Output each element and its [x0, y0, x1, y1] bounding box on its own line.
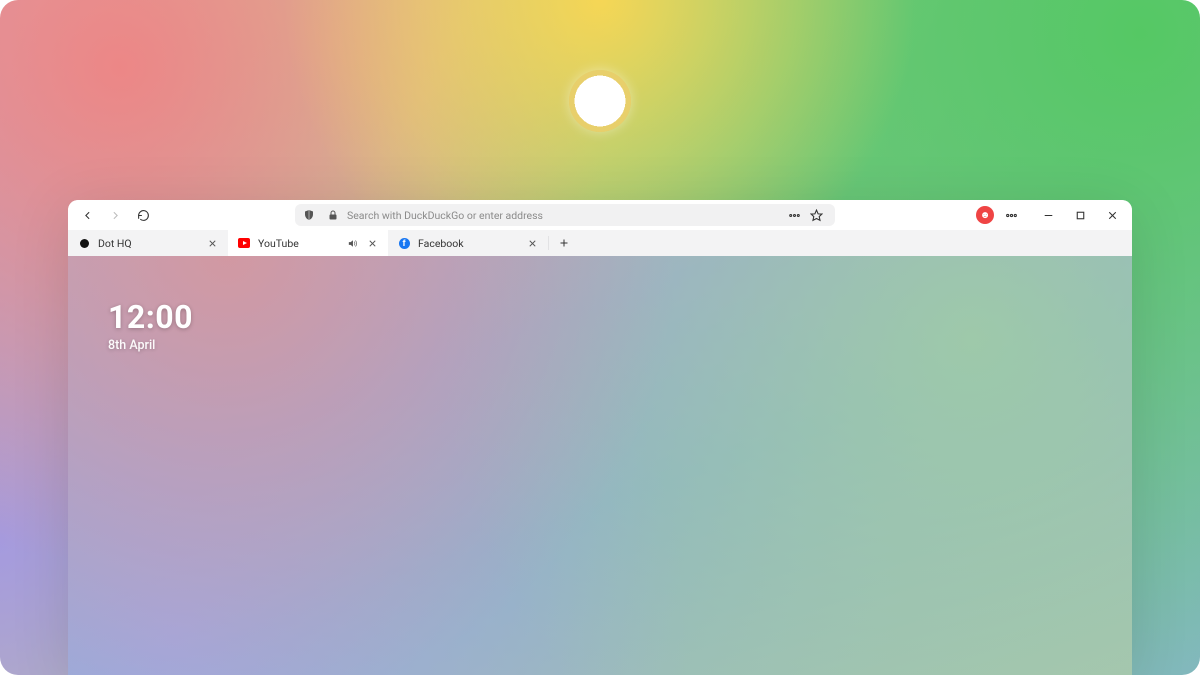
- tab-audio-button[interactable]: [346, 237, 358, 249]
- close-icon: [367, 238, 378, 249]
- forward-button[interactable]: [104, 204, 126, 226]
- page-actions-button[interactable]: [785, 206, 803, 224]
- reload-button[interactable]: [132, 204, 154, 226]
- tab-youtube[interactable]: YouTube: [228, 230, 388, 256]
- desktop-wallpaper: ☻ Dot HQ: [0, 0, 1200, 675]
- back-button[interactable]: [76, 204, 98, 226]
- clock-time: 12:00: [108, 298, 193, 336]
- close-icon: [527, 238, 538, 249]
- facebook-favicon-icon: f: [398, 237, 410, 249]
- tab-facebook[interactable]: f Facebook: [388, 230, 548, 256]
- site-security-button[interactable]: [327, 209, 339, 221]
- tab-close-button[interactable]: [526, 237, 538, 249]
- forward-icon: [109, 209, 122, 222]
- shield-icon: [303, 209, 315, 221]
- maximize-icon: [1074, 209, 1087, 222]
- tab-strip: Dot HQ YouTube f Facebook: [68, 230, 1132, 256]
- url-input[interactable]: [347, 209, 777, 222]
- tab-title: Facebook: [418, 237, 518, 250]
- clock-widget: 12:00 8th April: [108, 298, 193, 353]
- maximize-button[interactable]: [1068, 203, 1092, 227]
- app-menu-button[interactable]: [1000, 204, 1022, 226]
- menu-ellipsis-icon: [1005, 209, 1018, 222]
- sun-graphic: [569, 70, 631, 132]
- youtube-favicon-icon: [238, 237, 250, 249]
- tab-title: Dot HQ: [98, 237, 198, 250]
- address-bar[interactable]: [295, 204, 835, 226]
- tab-dot-hq[interactable]: Dot HQ: [68, 230, 228, 256]
- bookmark-button[interactable]: [807, 206, 825, 224]
- lock-icon: [327, 209, 339, 221]
- star-icon: [810, 209, 823, 222]
- clock-date: 8th April: [108, 338, 193, 353]
- browser-window: ☻ Dot HQ: [68, 200, 1132, 675]
- new-tab-page: 12:00 8th April: [68, 256, 1132, 675]
- close-icon: [1106, 209, 1119, 222]
- plus-icon: [558, 237, 570, 249]
- close-icon: [207, 238, 218, 249]
- new-tab-button[interactable]: [549, 230, 579, 256]
- profile-button[interactable]: ☻: [976, 206, 994, 224]
- close-window-button[interactable]: [1100, 203, 1124, 227]
- window-controls: [1036, 203, 1124, 227]
- tab-title: YouTube: [258, 237, 338, 250]
- address-bar-container: [160, 204, 970, 226]
- minimize-button[interactable]: [1036, 203, 1060, 227]
- reload-icon: [137, 209, 150, 222]
- profile-emoji-icon: ☻: [980, 210, 991, 221]
- navigation-toolbar: ☻: [68, 200, 1132, 230]
- tab-close-button[interactable]: [206, 237, 218, 249]
- ellipsis-icon: [788, 209, 801, 222]
- minimize-icon: [1042, 209, 1055, 222]
- tracking-protection-button[interactable]: [303, 209, 315, 221]
- back-icon: [81, 209, 94, 222]
- dot-favicon-icon: [78, 237, 90, 249]
- audio-icon: [347, 238, 358, 249]
- tab-close-button[interactable]: [366, 237, 378, 249]
